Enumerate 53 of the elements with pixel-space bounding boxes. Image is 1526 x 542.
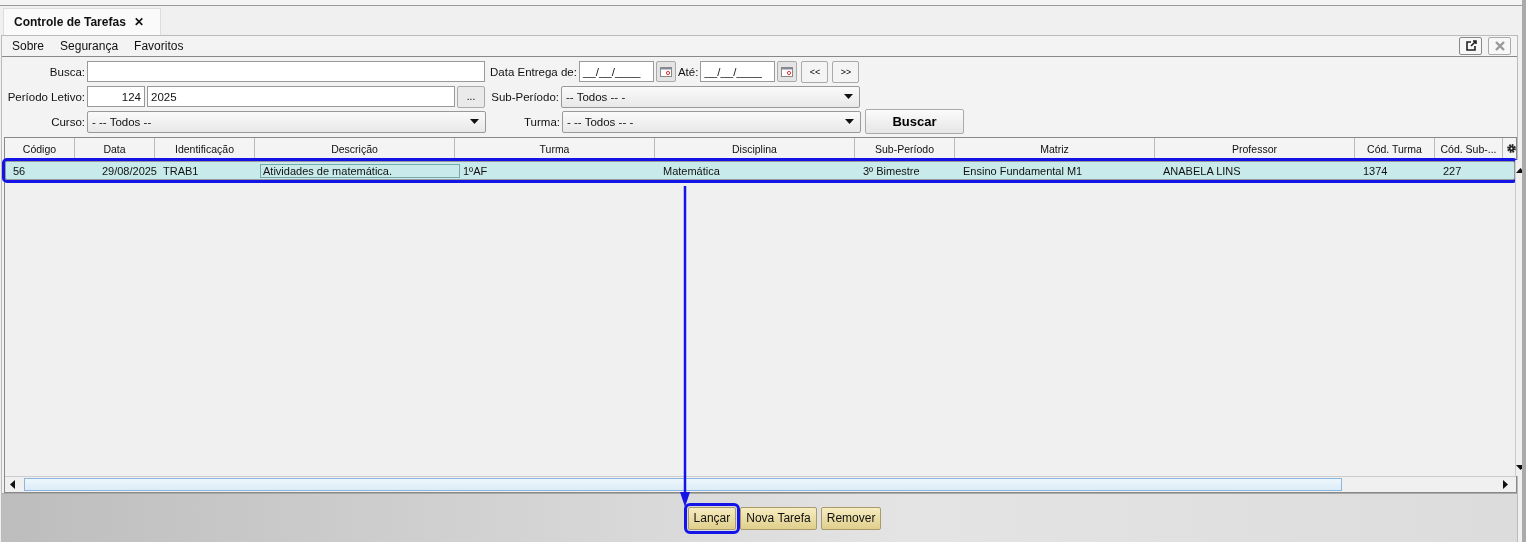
table-cell-text: 56 <box>12 163 27 178</box>
dropdown[interactable]: - -- Todos -- - <box>562 110 861 133</box>
menu-item[interactable]: Favoritos <box>134 39 184 53</box>
table-row[interactable]: 56 29/08/2025 TRAB1 Atividades de matemática. 1ºAF Matemática 3º Bimestre Ensino Fundamental M1 ANABELA LINS 1374 227 <box>5 161 1515 180</box>
external-link-icon <box>1464 40 1477 52</box>
close-icon[interactable]: ✕ <box>133 15 144 29</box>
table-cell-text: Matemática <box>662 163 721 178</box>
calendar-icon <box>659 66 672 77</box>
search-button[interactable]: Buscar <box>865 109 964 134</box>
table-cell-text: 1ºAF <box>462 163 489 178</box>
caret-icon <box>470 119 479 124</box>
field-label: Busca: <box>48 65 85 78</box>
field-label: Sub-Período: <box>490 90 559 103</box>
action-button[interactable]: Remover <box>820 506 882 530</box>
caret-icon <box>845 119 854 124</box>
date-field[interactable]: __/__/____ <box>700 61 776 82</box>
browse-button[interactable]: ... <box>457 85 485 108</box>
table-cell-text: Ensino Fundamental M1 <box>962 163 1084 178</box>
search-field[interactable] <box>87 61 485 82</box>
table-cell-text: 1374 <box>1362 163 1389 178</box>
menu-item[interactable]: Sobre <box>12 39 45 53</box>
tab[interactable]: Controle de Tarefas ✕ <box>3 8 161 35</box>
table-cell-text: 29/08/2025 <box>100 163 158 178</box>
field-label: Curso: <box>50 115 85 128</box>
field-label: Turma: <box>523 115 560 128</box>
caret-icon <box>844 94 853 99</box>
close-icon <box>1493 40 1506 52</box>
dropdown[interactable]: -- Todos -- - <box>561 85 860 108</box>
table-cell-text: TRAB1 <box>162 163 200 178</box>
close-button[interactable] <box>1488 37 1511 55</box>
field-label: Período Letivo: <box>6 90 85 103</box>
date-field[interactable]: __/__/____ <box>578 61 654 82</box>
calendar-icon <box>781 66 794 77</box>
previous-button[interactable]: << <box>801 60 829 83</box>
table-cell: Atividades de matemática. <box>260 163 460 178</box>
action-button[interactable]: Nova Tarefa <box>740 506 817 530</box>
menu-item[interactable]: Segurança <box>60 39 119 53</box>
horizontal-scrollbar[interactable] <box>5 476 1516 492</box>
left-arrow-icon[interactable] <box>10 480 15 489</box>
table-cell-text: 227 <box>1442 163 1463 178</box>
field-label: Data Entrega de: <box>490 65 577 78</box>
field-label: Até: <box>677 65 699 78</box>
period-field[interactable]: 2025 <box>147 86 455 107</box>
popout-button[interactable] <box>1459 37 1482 55</box>
table-cell-text: 3º Bimestre <box>862 163 921 178</box>
gear-icon[interactable] <box>1505 143 1517 154</box>
calendar-button[interactable] <box>777 61 798 82</box>
calendar-button[interactable] <box>655 61 676 82</box>
dropdown[interactable]: - -- Todos -- <box>87 110 486 133</box>
code-field[interactable]: 124 <box>87 86 145 107</box>
next-button[interactable]: >> <box>832 60 860 83</box>
right-arrow-icon[interactable] <box>1503 480 1508 489</box>
table-cell-text: ANABELA LINS <box>1162 163 1242 178</box>
